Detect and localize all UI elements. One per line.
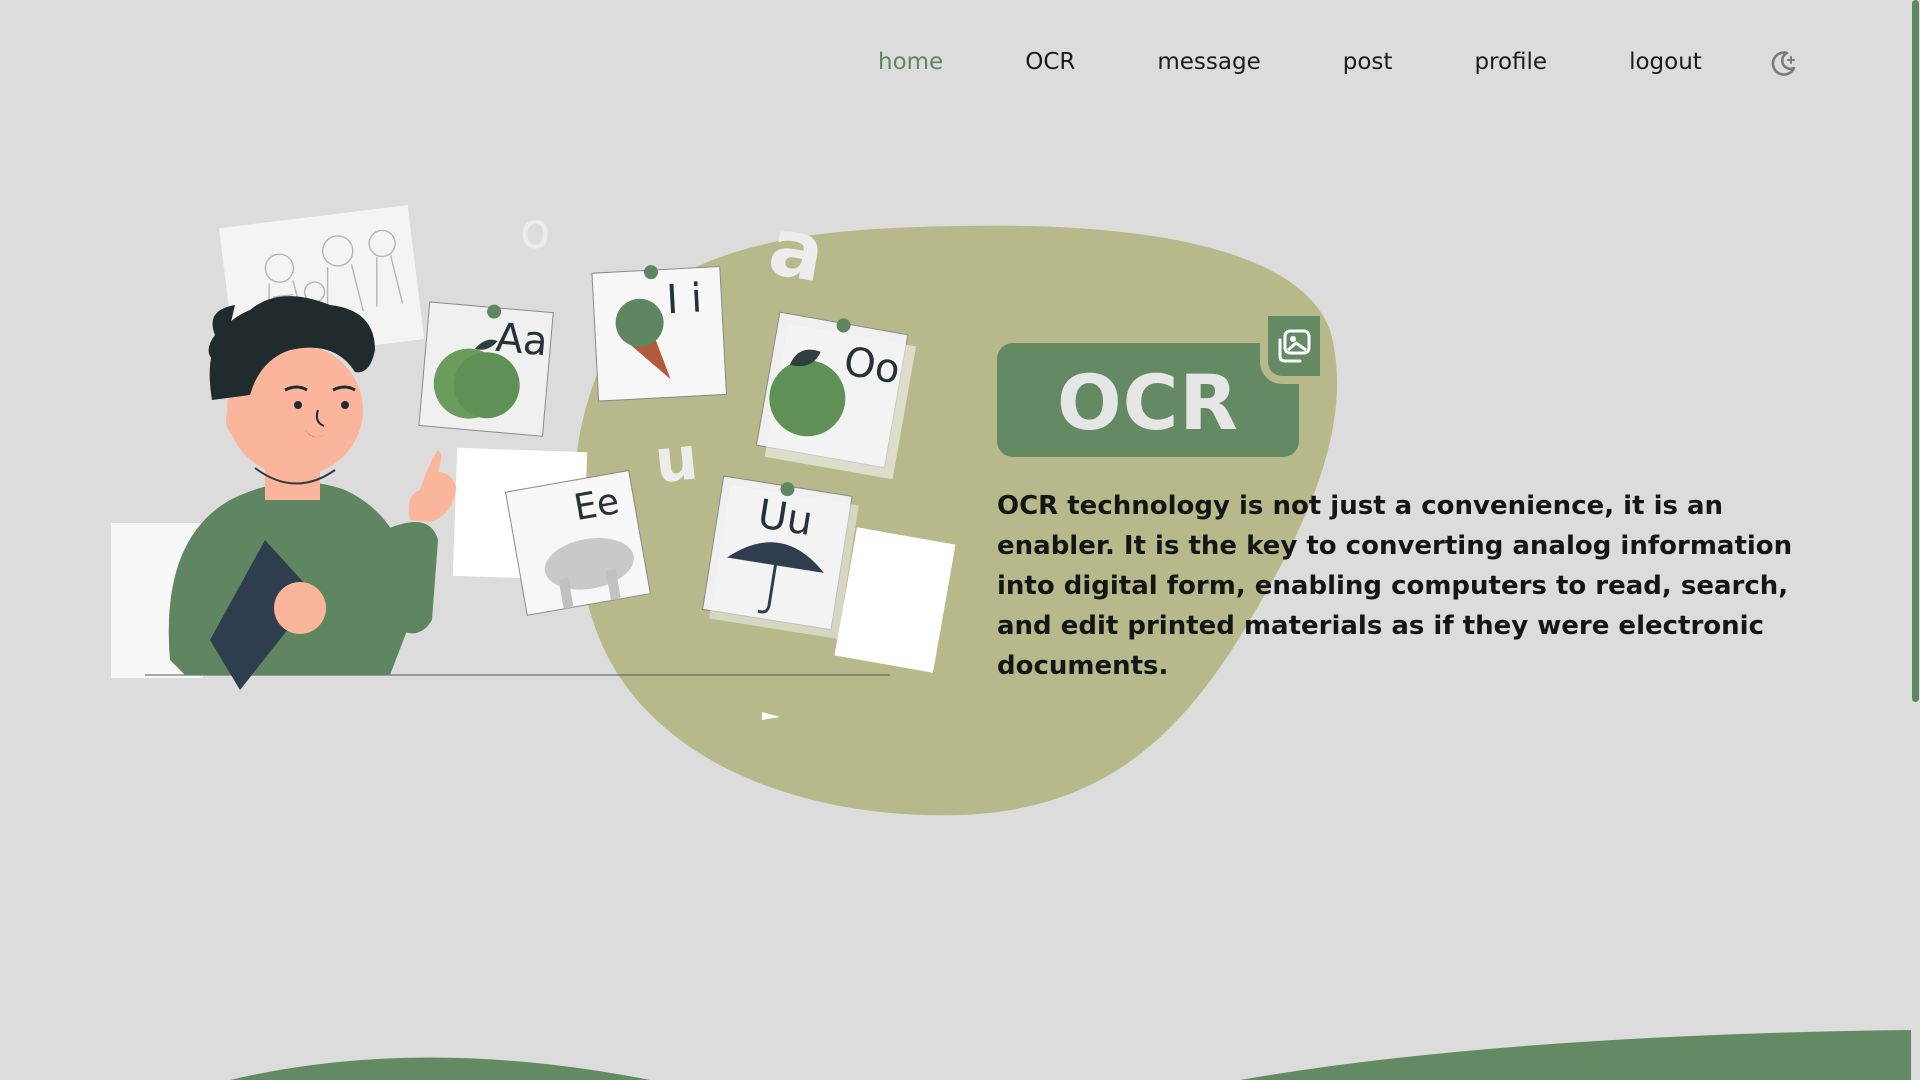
flashcard-aa: Aa [418, 301, 554, 437]
flashcard-ii-text: I i [665, 276, 703, 324]
footer-wave [230, 1030, 1911, 1080]
flashcard-oo-text: Oo [840, 338, 903, 393]
ocr-badge: OCR [997, 343, 1299, 457]
flashcard-ee-text: Ee [571, 481, 622, 529]
flashcard-oo: Oo [755, 311, 917, 480]
flashcard-aa-text: Aa [494, 315, 550, 365]
flashcard-uu-text: Uu [755, 491, 816, 545]
ocr-badge-title: OCR [1057, 357, 1239, 447]
flashcard-uu: Uu [702, 475, 859, 639]
boy-figure [168, 296, 456, 690]
gallery-icon[interactable] [1274, 326, 1314, 366]
flashcard-ii: I i [591, 265, 727, 402]
scrollbar-thumb[interactable] [1912, 0, 1919, 702]
flashcard-ee: Ee [504, 469, 651, 616]
floating-letter-o: o [520, 202, 551, 260]
hero-description: OCR technology is not just a convenience… [997, 491, 1793, 681]
floating-letter-u: u [651, 423, 701, 497]
